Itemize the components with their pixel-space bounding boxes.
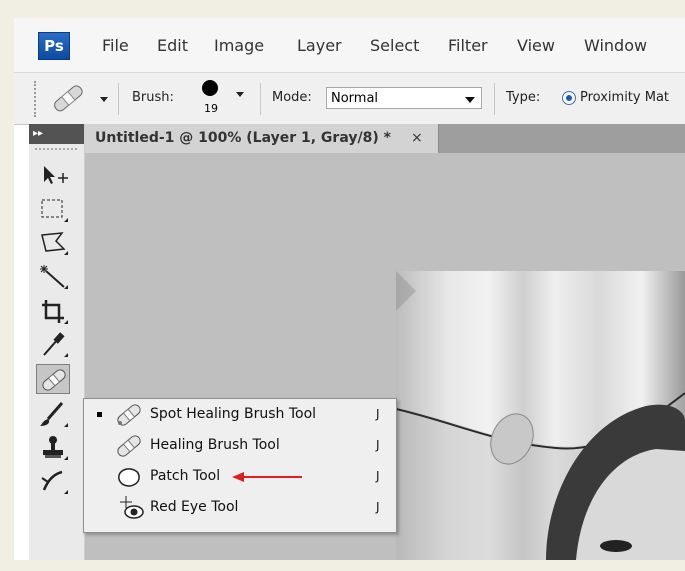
tool-group-indicator	[64, 490, 68, 494]
lasso-tool-button[interactable]	[36, 227, 70, 257]
brush-tip-icon	[202, 80, 218, 96]
move-tool-icon	[44, 166, 68, 184]
tool-group-indicator	[64, 251, 68, 255]
flyout-item-spot-healing-brush[interactable]: Spot Healing Brush Tool J	[84, 400, 396, 430]
flyout-item-shortcut: J	[376, 407, 380, 421]
healing-tool-button[interactable]	[36, 364, 70, 394]
flyout-item-shortcut: J	[376, 500, 380, 514]
healing-brush-icon	[117, 435, 141, 457]
document-tab[interactable]: Untitled-1 @ 100% (Layer 1, Gray/8) * ×	[85, 124, 439, 153]
photo-content	[395, 271, 685, 560]
flyout-item-healing-brush[interactable]: Healing Brush Tool J	[84, 431, 396, 461]
spot-healing-brush-icon	[42, 369, 66, 391]
tool-group-indicator	[64, 320, 68, 324]
panel-grip	[35, 148, 77, 152]
panel-collapse-button[interactable]: ▸▸	[29, 124, 84, 144]
brush-label: Brush:	[132, 90, 174, 105]
mode-select[interactable]: Normal	[326, 87, 482, 109]
chevron-down-icon	[236, 92, 244, 97]
chevron-down-icon	[465, 97, 475, 103]
tools-panel: ▸▸	[29, 124, 85, 560]
menu-edit[interactable]: Edit	[157, 36, 188, 55]
menu-view[interactable]: View	[517, 36, 555, 55]
menu-filter[interactable]: Filter	[448, 36, 488, 55]
healing-brush-icon	[54, 85, 108, 112]
menu-layer[interactable]: Layer	[297, 36, 342, 55]
tool-group-indicator	[64, 218, 68, 222]
flyout-item-label: Healing Brush Tool	[150, 437, 280, 453]
brush-size-value: 19	[204, 102, 218, 115]
document-tab-title: Untitled-1 @ 100% (Layer 1, Gray/8) *	[95, 130, 391, 146]
type-label: Type:	[506, 90, 541, 105]
eyedropper-tool-button[interactable]	[36, 329, 70, 359]
flyout-item-patch[interactable]: Patch Tool J	[84, 462, 396, 492]
clone-stamp-tool-button[interactable]	[36, 432, 70, 462]
menu-window[interactable]: Window	[584, 36, 647, 55]
crop-tool-button[interactable]	[36, 296, 70, 326]
history-brush-tool-button[interactable]	[36, 466, 70, 496]
tool-group-indicator	[64, 456, 68, 460]
tool-group-indicator	[64, 423, 68, 427]
ps-logo: Ps	[38, 32, 70, 60]
mode-value: Normal	[331, 91, 379, 106]
brush-tool-button[interactable]	[36, 399, 70, 429]
flyout-item-shortcut: J	[376, 469, 380, 483]
healing-tools-flyout-menu: Spot Healing Brush Tool J Healing Brush …	[83, 398, 397, 533]
menu-file[interactable]: File	[102, 36, 129, 55]
menu-bar: Ps File Edit Image Layer Select Filter V…	[14, 18, 685, 73]
flyout-item-label: Spot Healing Brush Tool	[150, 406, 317, 422]
flyout-item-label: Red Eye Tool	[150, 499, 239, 515]
options-bar: Brush: 19 Mode: Normal Type: Proximity M…	[14, 73, 685, 125]
photo-image	[395, 271, 685, 560]
selected-bullet-icon	[97, 412, 102, 417]
proximity-match-label: Proximity Mat	[580, 90, 670, 105]
options-grip	[34, 81, 39, 117]
spot-healing-brush-icon	[117, 404, 141, 426]
photoshop-window: Ps File Edit Image Layer Select Filter V…	[14, 18, 685, 560]
annotation-arrow-icon	[232, 472, 302, 482]
menu-select[interactable]: Select	[370, 36, 419, 55]
document-tab-bar: Untitled-1 @ 100% (Layer 1, Gray/8) * ×	[85, 124, 685, 153]
tool-preset-picker[interactable]	[48, 83, 108, 113]
move-tool-button[interactable]	[36, 160, 70, 190]
menu-image[interactable]: Image	[214, 36, 264, 55]
magic-wand-tool-button[interactable]	[36, 261, 70, 291]
tool-group-indicator	[64, 353, 68, 357]
marquee-tool-button[interactable]	[36, 194, 70, 224]
options-separator	[260, 83, 261, 115]
mode-label: Mode:	[272, 90, 312, 105]
proximity-match-radio[interactable]	[562, 91, 576, 105]
flyout-item-shortcut: J	[376, 438, 380, 452]
flyout-item-red-eye[interactable]: Red Eye Tool J	[84, 493, 396, 523]
close-icon[interactable]: ×	[411, 124, 423, 153]
red-eye-icon	[120, 496, 144, 519]
patch-icon	[118, 468, 140, 487]
flyout-item-label: Patch Tool	[150, 468, 221, 484]
options-separator	[494, 83, 495, 115]
brush-picker[interactable]: 19	[198, 80, 248, 120]
options-separator	[118, 83, 119, 115]
tool-group-indicator	[64, 285, 68, 289]
